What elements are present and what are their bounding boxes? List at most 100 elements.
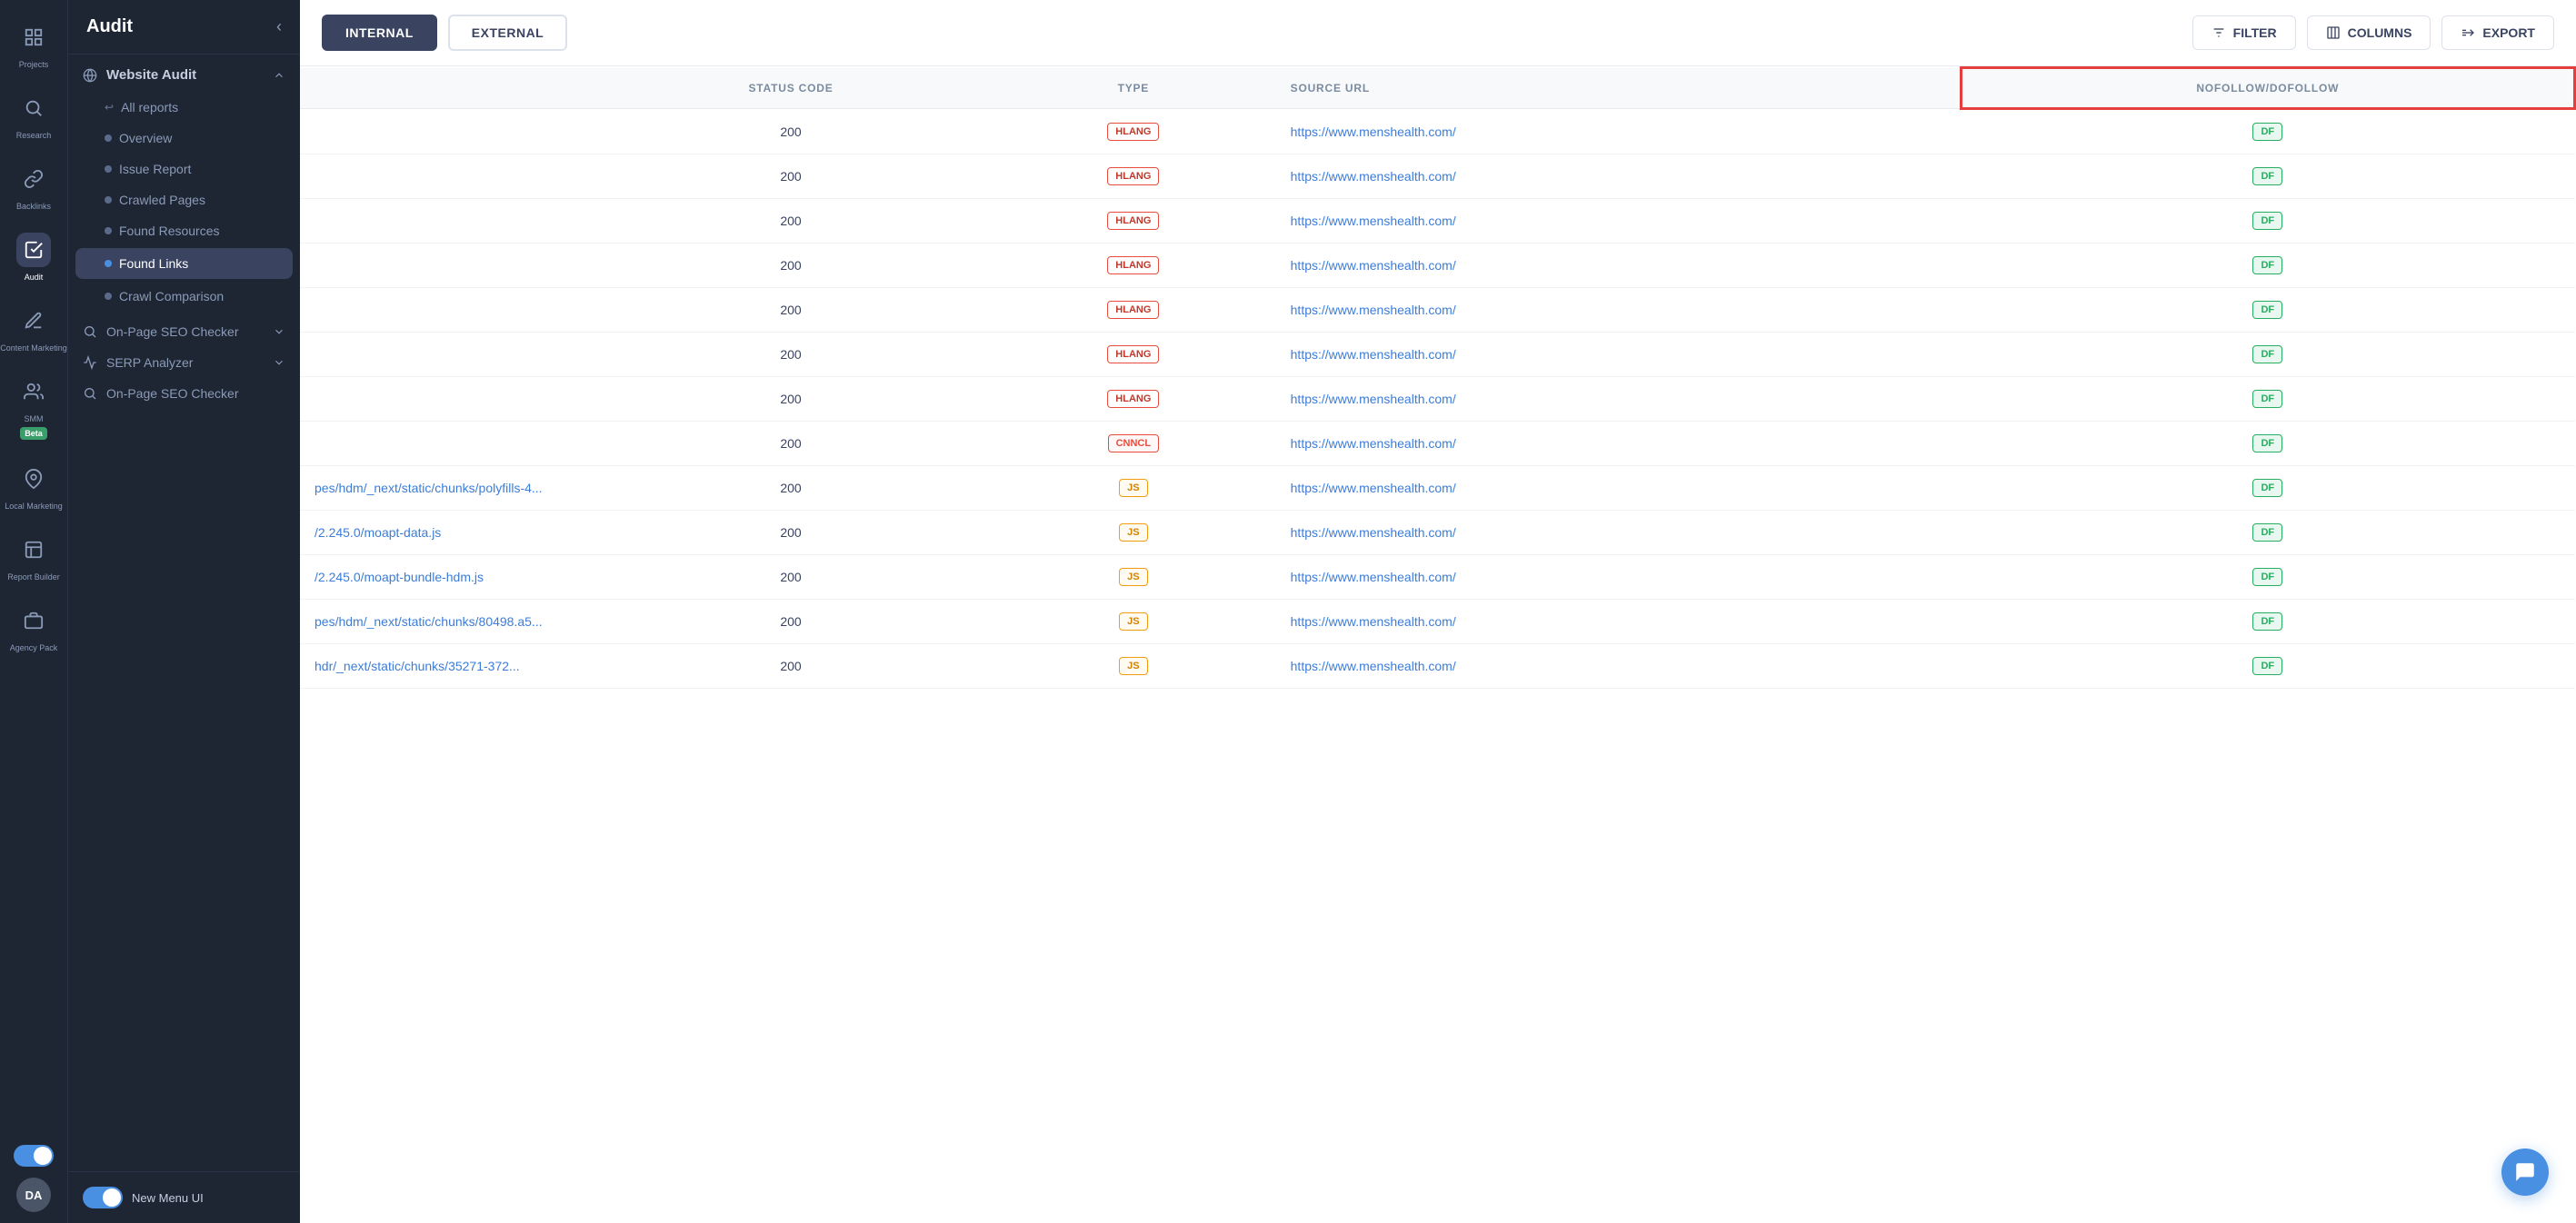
cell-status: 200 — [591, 109, 991, 154]
df-badge: DF — [2252, 523, 2282, 542]
cell-source-url[interactable]: https://www.menshealth.com/ — [1276, 333, 1961, 377]
df-badge: DF — [2252, 434, 2282, 452]
sidebar-item-local-marketing[interactable]: Local Marketing — [0, 452, 67, 520]
cell-type: HLANG — [991, 199, 1276, 244]
serp-analyzer-section[interactable]: SERP Analyzer — [68, 343, 300, 373]
filter-button[interactable]: FILTER — [2192, 15, 2296, 50]
columns-label: COLUMNS — [2348, 25, 2412, 40]
col-type: TYPE — [991, 68, 1276, 109]
col-source-url: SOURCE URL — [1276, 68, 1961, 109]
sidebar-item-projects[interactable]: Projects — [0, 11, 67, 78]
cell-status: 200 — [591, 644, 991, 689]
on-page-seo-section-2[interactable]: On-Page SEO Checker — [68, 373, 300, 404]
cell-source-url[interactable]: https://www.menshealth.com/ — [1276, 109, 1961, 154]
cell-source-url[interactable]: https://www.menshealth.com/ — [1276, 466, 1961, 511]
data-table: STATUS CODE TYPE SOURCE URL NOFOLLOW/DOF… — [300, 66, 2576, 689]
cell-nofollow: DF — [1961, 154, 2574, 199]
cell-nofollow: DF — [1961, 644, 2574, 689]
sidebar-item-content-marketing[interactable]: Content Marketing — [0, 294, 67, 362]
cell-type: JS — [991, 511, 1276, 555]
export-button[interactable]: EXPORT — [2441, 15, 2554, 50]
sidebar-item-issue-report[interactable]: Issue Report — [68, 154, 300, 184]
new-menu-ui-toggle[interactable] — [83, 1187, 123, 1208]
cell-nofollow: DF — [1961, 377, 2574, 422]
type-badge: JS — [1119, 657, 1147, 675]
cell-type: HLANG — [991, 154, 1276, 199]
chat-fab[interactable] — [2501, 1148, 2549, 1196]
table-row: 200HLANGhttps://www.menshealth.com/DF — [300, 377, 2575, 422]
tab-internal[interactable]: INTERNAL — [322, 15, 437, 51]
col-nofollow-dofollow: NOFOLLOW/DOFOLLOW — [1961, 68, 2574, 109]
cell-source-url[interactable]: https://www.menshealth.com/ — [1276, 244, 1961, 288]
table-header: STATUS CODE TYPE SOURCE URL NOFOLLOW/DOF… — [300, 68, 2575, 109]
cell-source-url[interactable]: https://www.menshealth.com/ — [1276, 555, 1961, 600]
cell-source-url[interactable]: https://www.menshealth.com/ — [1276, 422, 1961, 466]
local-marketing-label: Local Marketing — [5, 502, 63, 511]
sidebar-item-smm[interactable]: SMM Beta — [0, 365, 67, 449]
sidebar-collapse-btn[interactable]: ‹ — [276, 17, 282, 36]
table-row: pes/hdm/_next/static/chunks/polyfills-4.… — [300, 466, 2575, 511]
cell-url: /2.245.0/moapt-data.js — [300, 511, 591, 555]
sidebar-item-report-builder[interactable]: Report Builder — [0, 523, 67, 591]
columns-button[interactable]: COLUMNS — [2307, 15, 2431, 50]
columns-icon — [2326, 25, 2341, 40]
cell-type: JS — [991, 644, 1276, 689]
cell-source-url[interactable]: https://www.menshealth.com/ — [1276, 644, 1961, 689]
on-page-seo-section[interactable]: On-Page SEO Checker — [68, 312, 300, 343]
df-badge: DF — [2252, 390, 2282, 408]
type-badge: HLANG — [1107, 167, 1159, 185]
toolbar-right: FILTER COLUMNS EXPORT — [2192, 15, 2554, 50]
cell-type: HLANG — [991, 288, 1276, 333]
cell-source-url[interactable]: https://www.menshealth.com/ — [1276, 377, 1961, 422]
cell-source-url[interactable]: https://www.menshealth.com/ — [1276, 199, 1961, 244]
table-body: 200HLANGhttps://www.menshealth.com/DF200… — [300, 109, 2575, 689]
cell-source-url[interactable]: https://www.menshealth.com/ — [1276, 288, 1961, 333]
sidebar-item-found-resources[interactable]: Found Resources — [68, 215, 300, 246]
sidebar-item-all-reports[interactable]: ↩ All reports — [68, 92, 300, 123]
sidebar-item-found-links[interactable]: Found Links — [75, 248, 293, 279]
chat-icon — [2513, 1160, 2537, 1184]
sidebar-item-agency-pack[interactable]: Agency Pack — [0, 594, 67, 661]
cell-source-url[interactable]: https://www.menshealth.com/ — [1276, 600, 1961, 644]
table-row: /2.245.0/moapt-data.js200JShttps://www.m… — [300, 511, 2575, 555]
on-page-seo-label: On-Page SEO Checker — [106, 324, 239, 339]
cell-url — [300, 333, 591, 377]
export-icon — [2461, 25, 2475, 40]
cell-type: CNNCL — [991, 422, 1276, 466]
df-badge: DF — [2252, 657, 2282, 675]
cell-nofollow: DF — [1961, 109, 2574, 154]
toggle-row: New Menu UI — [83, 1187, 285, 1208]
cell-source-url[interactable]: https://www.menshealth.com/ — [1276, 154, 1961, 199]
cell-status: 200 — [591, 466, 991, 511]
sidebar-title: Audit ‹ — [68, 0, 300, 55]
cell-status: 200 — [591, 199, 991, 244]
sidebar-item-audit[interactable]: Audit — [0, 224, 67, 291]
sidebar-item-crawled-pages[interactable]: Crawled Pages — [68, 184, 300, 215]
cell-status: 200 — [591, 377, 991, 422]
projects-label: Projects — [19, 60, 49, 69]
cell-status: 200 — [591, 555, 991, 600]
type-badge: HLANG — [1107, 301, 1159, 319]
new-menu-toggle[interactable] — [14, 1145, 54, 1167]
cell-nofollow: DF — [1961, 333, 2574, 377]
smm-beta-badge: Beta — [20, 427, 47, 440]
df-badge: DF — [2252, 612, 2282, 631]
sidebar-item-backlinks[interactable]: Backlinks — [0, 153, 67, 220]
type-badge: HLANG — [1107, 256, 1159, 274]
tab-external[interactable]: EXTERNAL — [448, 15, 567, 51]
table-row: 200HLANGhttps://www.menshealth.com/DF — [300, 154, 2575, 199]
sidebar-item-overview[interactable]: Overview — [68, 123, 300, 154]
avatar[interactable]: DA — [16, 1178, 51, 1212]
table-row: 200HLANGhttps://www.menshealth.com/DF — [300, 244, 2575, 288]
cell-type: JS — [991, 466, 1276, 511]
website-audit-section[interactable]: Website Audit — [68, 55, 300, 92]
sidebar-bottom: New Menu UI — [68, 1171, 300, 1223]
cell-source-url[interactable]: https://www.menshealth.com/ — [1276, 511, 1961, 555]
cell-nofollow: DF — [1961, 288, 2574, 333]
cell-status: 200 — [591, 333, 991, 377]
cell-url: pes/hdm/_next/static/chunks/80498.a5... — [300, 600, 591, 644]
sidebar-item-crawl-comparison[interactable]: Crawl Comparison — [68, 281, 300, 312]
df-badge: DF — [2252, 345, 2282, 363]
sidebar-item-research[interactable]: Research — [0, 82, 67, 149]
table-row: hdr/_next/static/chunks/35271-372...200J… — [300, 644, 2575, 689]
